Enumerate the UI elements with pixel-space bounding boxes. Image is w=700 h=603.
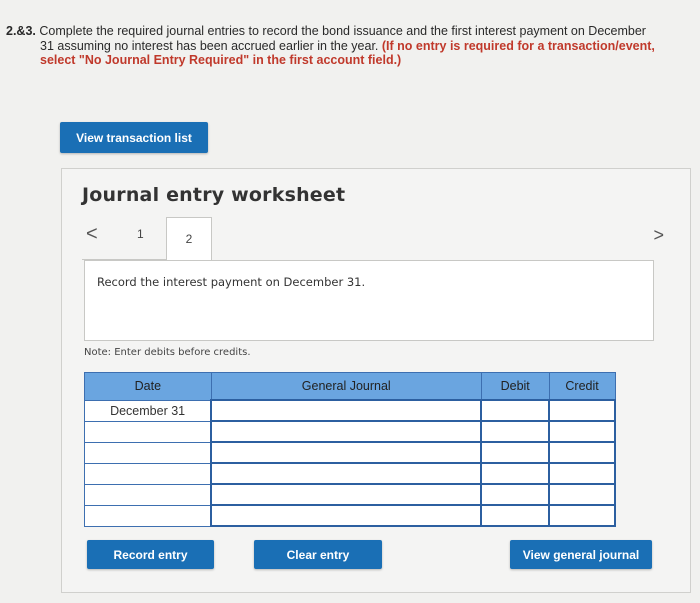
date-cell xyxy=(84,420,212,443)
debit-input[interactable] xyxy=(480,504,551,527)
table-row: December 31 xyxy=(84,399,616,422)
table-row xyxy=(84,420,616,443)
debit-input[interactable] xyxy=(480,483,551,506)
clear-entry-button[interactable]: Clear entry xyxy=(254,540,382,569)
date-cell: December 31 xyxy=(84,399,212,422)
date-cell xyxy=(84,462,212,485)
account-input[interactable] xyxy=(210,504,483,527)
header-date: Date xyxy=(84,372,212,401)
date-cell xyxy=(84,483,212,506)
tab-1[interactable]: 1 xyxy=(137,227,144,241)
header-general-journal: General Journal xyxy=(210,372,482,401)
debit-input[interactable] xyxy=(480,420,551,443)
account-input[interactable] xyxy=(210,483,483,506)
table-row xyxy=(84,504,616,527)
page: 2.&3. Complete the required journal entr… xyxy=(0,0,700,603)
transaction-description: Record the interest payment on December … xyxy=(97,275,366,289)
question-number: 2.&3. xyxy=(6,24,36,38)
debit-input[interactable] xyxy=(480,441,551,464)
tab-2[interactable]: 2 xyxy=(166,217,212,261)
credit-input[interactable] xyxy=(548,483,616,506)
worksheet-title: Journal entry worksheet xyxy=(82,184,346,206)
account-input[interactable] xyxy=(210,462,483,485)
credit-input[interactable] xyxy=(548,462,616,485)
debit-input[interactable] xyxy=(480,399,551,422)
view-transaction-list-button[interactable]: View transaction list xyxy=(60,122,208,153)
question-line1: Complete the required journal entries to… xyxy=(39,24,646,38)
table-row xyxy=(84,483,616,506)
question-instruction-2: select "No Journal Entry Required" in th… xyxy=(40,53,402,67)
account-input[interactable] xyxy=(210,441,483,464)
credit-input[interactable] xyxy=(548,504,616,527)
date-cell xyxy=(84,441,212,464)
chevron-right-icon[interactable]: > xyxy=(653,225,664,246)
account-input[interactable] xyxy=(210,420,483,443)
header-debit: Debit xyxy=(480,372,550,401)
debit-credit-note: Note: Enter debits before credits. xyxy=(84,347,251,358)
view-general-journal-button[interactable]: View general journal xyxy=(510,540,652,569)
transaction-description-box: Record the interest payment on December … xyxy=(84,260,654,341)
question-line2: 31 assuming no interest has been accrued… xyxy=(40,38,379,53)
question-text: 2.&3. Complete the required journal entr… xyxy=(6,24,686,68)
question-instruction-1: (If no entry is required for a transacti… xyxy=(381,38,655,53)
journal-header-row: Date General Journal Debit Credit xyxy=(84,372,616,401)
date-cell xyxy=(84,504,212,527)
credit-input[interactable] xyxy=(548,420,616,443)
table-row xyxy=(84,462,616,485)
table-row xyxy=(84,441,616,464)
journal-table: Date General Journal Debit Credit Decemb… xyxy=(84,372,616,527)
debit-input[interactable] xyxy=(480,462,551,485)
account-input[interactable] xyxy=(210,399,483,422)
record-entry-button[interactable]: Record entry xyxy=(87,540,214,569)
header-credit: Credit xyxy=(548,372,616,401)
credit-input[interactable] xyxy=(548,441,616,464)
journal-entry-worksheet: Journal entry worksheet < 1 2 > Record t… xyxy=(61,168,691,593)
chevron-left-icon[interactable]: < xyxy=(86,223,98,246)
credit-input[interactable] xyxy=(548,399,616,422)
